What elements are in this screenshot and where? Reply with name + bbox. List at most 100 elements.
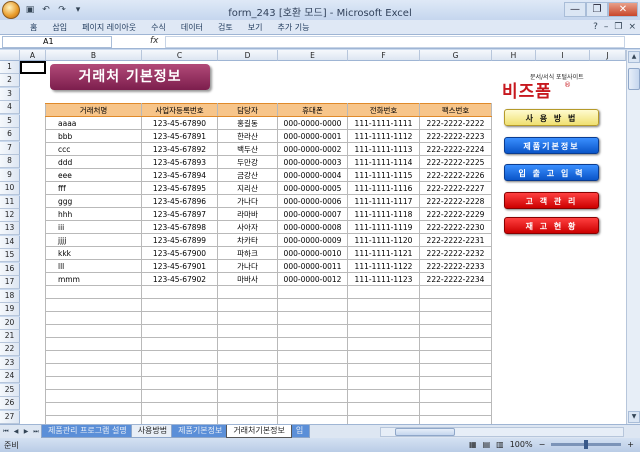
empty-cell[interactable] xyxy=(347,285,420,299)
cell-phone[interactable]: 111-1111-1116 xyxy=(347,181,420,195)
row-header[interactable]: 19 xyxy=(0,303,20,317)
cell-fax[interactable]: 222-2222-2225 xyxy=(419,155,492,169)
cell-fax[interactable]: 222-2222-2234 xyxy=(419,272,492,286)
column-header-c[interactable]: C xyxy=(142,50,218,61)
cell-customer-name[interactable]: fff xyxy=(45,181,142,195)
cell-business-number[interactable]: 123-45-67900 xyxy=(141,246,218,260)
scroll-down-icon[interactable]: ▼ xyxy=(628,411,640,423)
cell-mobile[interactable]: 000-0000-0002 xyxy=(277,142,348,156)
cell-mobile[interactable]: 000-0000-0011 xyxy=(277,259,348,273)
first-sheet-icon[interactable]: ⏮ xyxy=(2,427,10,436)
cell-customer-name[interactable]: ddd xyxy=(45,155,142,169)
cell-business-number[interactable]: 123-45-67892 xyxy=(141,142,218,156)
tab-data[interactable]: 데이터 xyxy=(181,22,203,33)
cell-fax[interactable]: 222-2222-2228 xyxy=(419,194,492,208)
cell-mobile[interactable]: 000-0000-0001 xyxy=(277,129,348,143)
cell-customer-name[interactable]: ccc xyxy=(45,142,142,156)
selected-cell-a1[interactable] xyxy=(20,61,46,74)
cell-fax[interactable]: 222-2222-2233 xyxy=(419,259,492,273)
row-header[interactable]: 21 xyxy=(0,330,20,343)
empty-cell[interactable] xyxy=(419,363,492,377)
empty-cell[interactable] xyxy=(419,402,492,416)
cell-phone[interactable]: 111-1111-1112 xyxy=(347,129,420,143)
page-break-view-icon[interactable]: ▥ xyxy=(496,440,504,449)
cell-phone[interactable]: 111-1111-1121 xyxy=(347,246,420,260)
empty-cell[interactable] xyxy=(277,324,348,338)
empty-cell[interactable] xyxy=(277,311,348,325)
column-header-a[interactable]: A xyxy=(20,50,46,61)
empty-cell[interactable] xyxy=(217,311,278,325)
empty-cell[interactable] xyxy=(45,311,142,325)
cell-mobile[interactable]: 000-0000-0006 xyxy=(277,194,348,208)
empty-cell[interactable] xyxy=(347,402,420,416)
empty-cell[interactable] xyxy=(45,350,142,364)
cell-contact-person[interactable]: 사아자 xyxy=(217,220,278,234)
cell-mobile[interactable]: 000-0000-0012 xyxy=(277,272,348,286)
column-header-h[interactable]: H xyxy=(492,50,536,61)
empty-cell[interactable] xyxy=(347,311,420,325)
empty-cell[interactable] xyxy=(217,402,278,416)
cell-customer-name[interactable]: eee xyxy=(45,168,142,182)
empty-cell[interactable] xyxy=(45,389,142,403)
cell-phone[interactable]: 111-1111-1123 xyxy=(347,272,420,286)
row-header[interactable]: 22 xyxy=(0,343,20,357)
empty-cell[interactable] xyxy=(347,350,420,364)
cell-contact-person[interactable]: 두만강 xyxy=(217,155,278,169)
empty-cell[interactable] xyxy=(347,363,420,377)
restore-icon[interactable]: ❐ xyxy=(614,22,622,32)
scroll-up-icon[interactable]: ▲ xyxy=(628,51,640,63)
product-info-button[interactable]: 제품기본정보 xyxy=(504,137,599,154)
empty-cell[interactable] xyxy=(277,337,348,351)
customer-management-button[interactable]: 고 객 관 리 xyxy=(504,192,599,209)
cell-fax[interactable]: 222-2222-2222 xyxy=(419,116,492,130)
empty-cell[interactable] xyxy=(347,376,420,390)
cell-contact-person[interactable]: 파하크 xyxy=(217,246,278,260)
zoom-out-button[interactable]: − xyxy=(539,440,546,449)
cell-fax[interactable]: 222-2222-2232 xyxy=(419,246,492,260)
cell-fax[interactable]: 222-2222-2227 xyxy=(419,181,492,195)
stock-io-button[interactable]: 입 출 고 입 력 xyxy=(504,164,599,181)
column-header-i[interactable]: I xyxy=(536,50,590,61)
cell-contact-person[interactable]: 한라산 xyxy=(217,129,278,143)
cell-phone[interactable]: 111-1111-1114 xyxy=(347,155,420,169)
fx-icon[interactable]: fx xyxy=(150,36,159,46)
tab-review[interactable]: 검토 xyxy=(218,22,233,33)
zoom-in-button[interactable]: + xyxy=(627,440,634,449)
row-header[interactable]: 17 xyxy=(0,276,20,290)
cell-mobile[interactable]: 000-0000-0000 xyxy=(277,116,348,130)
cell-phone[interactable]: 111-1111-1111 xyxy=(347,116,420,130)
row-header[interactable]: 4 xyxy=(0,101,20,115)
header-business-number[interactable]: 사업자등록번호 xyxy=(141,103,218,117)
row-header[interactable]: 9 xyxy=(0,168,20,182)
header-contact-person[interactable]: 담당자 xyxy=(217,103,278,117)
next-sheet-icon[interactable]: ▶ xyxy=(22,427,30,436)
empty-cell[interactable] xyxy=(141,311,218,325)
vertical-scroll-thumb[interactable] xyxy=(628,68,640,90)
row-header[interactable]: 15 xyxy=(0,249,20,263)
row-header[interactable]: 7 xyxy=(0,141,20,155)
row-header[interactable]: 6 xyxy=(0,128,20,142)
inventory-status-button[interactable]: 재 고 현 황 xyxy=(504,217,599,234)
empty-cell[interactable] xyxy=(419,376,492,390)
row-header[interactable]: 20 xyxy=(0,316,20,330)
column-header-e[interactable]: E xyxy=(278,50,348,61)
name-box[interactable]: A1 xyxy=(2,36,112,48)
cell-fax[interactable]: 222-2222-2230 xyxy=(419,220,492,234)
minimize-window-button[interactable]: — xyxy=(564,2,586,17)
empty-cell[interactable] xyxy=(45,298,142,312)
cell-business-number[interactable]: 123-45-67895 xyxy=(141,181,218,195)
cell-customer-name[interactable]: hhh xyxy=(45,207,142,221)
row-header[interactable]: 27 xyxy=(0,410,20,424)
column-header-g[interactable]: G xyxy=(420,50,492,61)
cell-phone[interactable]: 111-1111-1120 xyxy=(347,233,420,247)
empty-cell[interactable] xyxy=(45,285,142,299)
cell-phone[interactable]: 111-1111-1119 xyxy=(347,220,420,234)
prev-sheet-icon[interactable]: ◀ xyxy=(12,427,20,436)
cell-contact-person[interactable]: 마바사 xyxy=(217,272,278,286)
empty-cell[interactable] xyxy=(217,389,278,403)
cell-customer-name[interactable]: iii xyxy=(45,220,142,234)
normal-view-icon[interactable]: ▦ xyxy=(469,440,477,449)
row-header[interactable]: 12 xyxy=(0,208,20,222)
cell-customer-name[interactable]: jjjj xyxy=(45,233,142,247)
tab-home[interactable]: 홈 xyxy=(30,22,37,33)
